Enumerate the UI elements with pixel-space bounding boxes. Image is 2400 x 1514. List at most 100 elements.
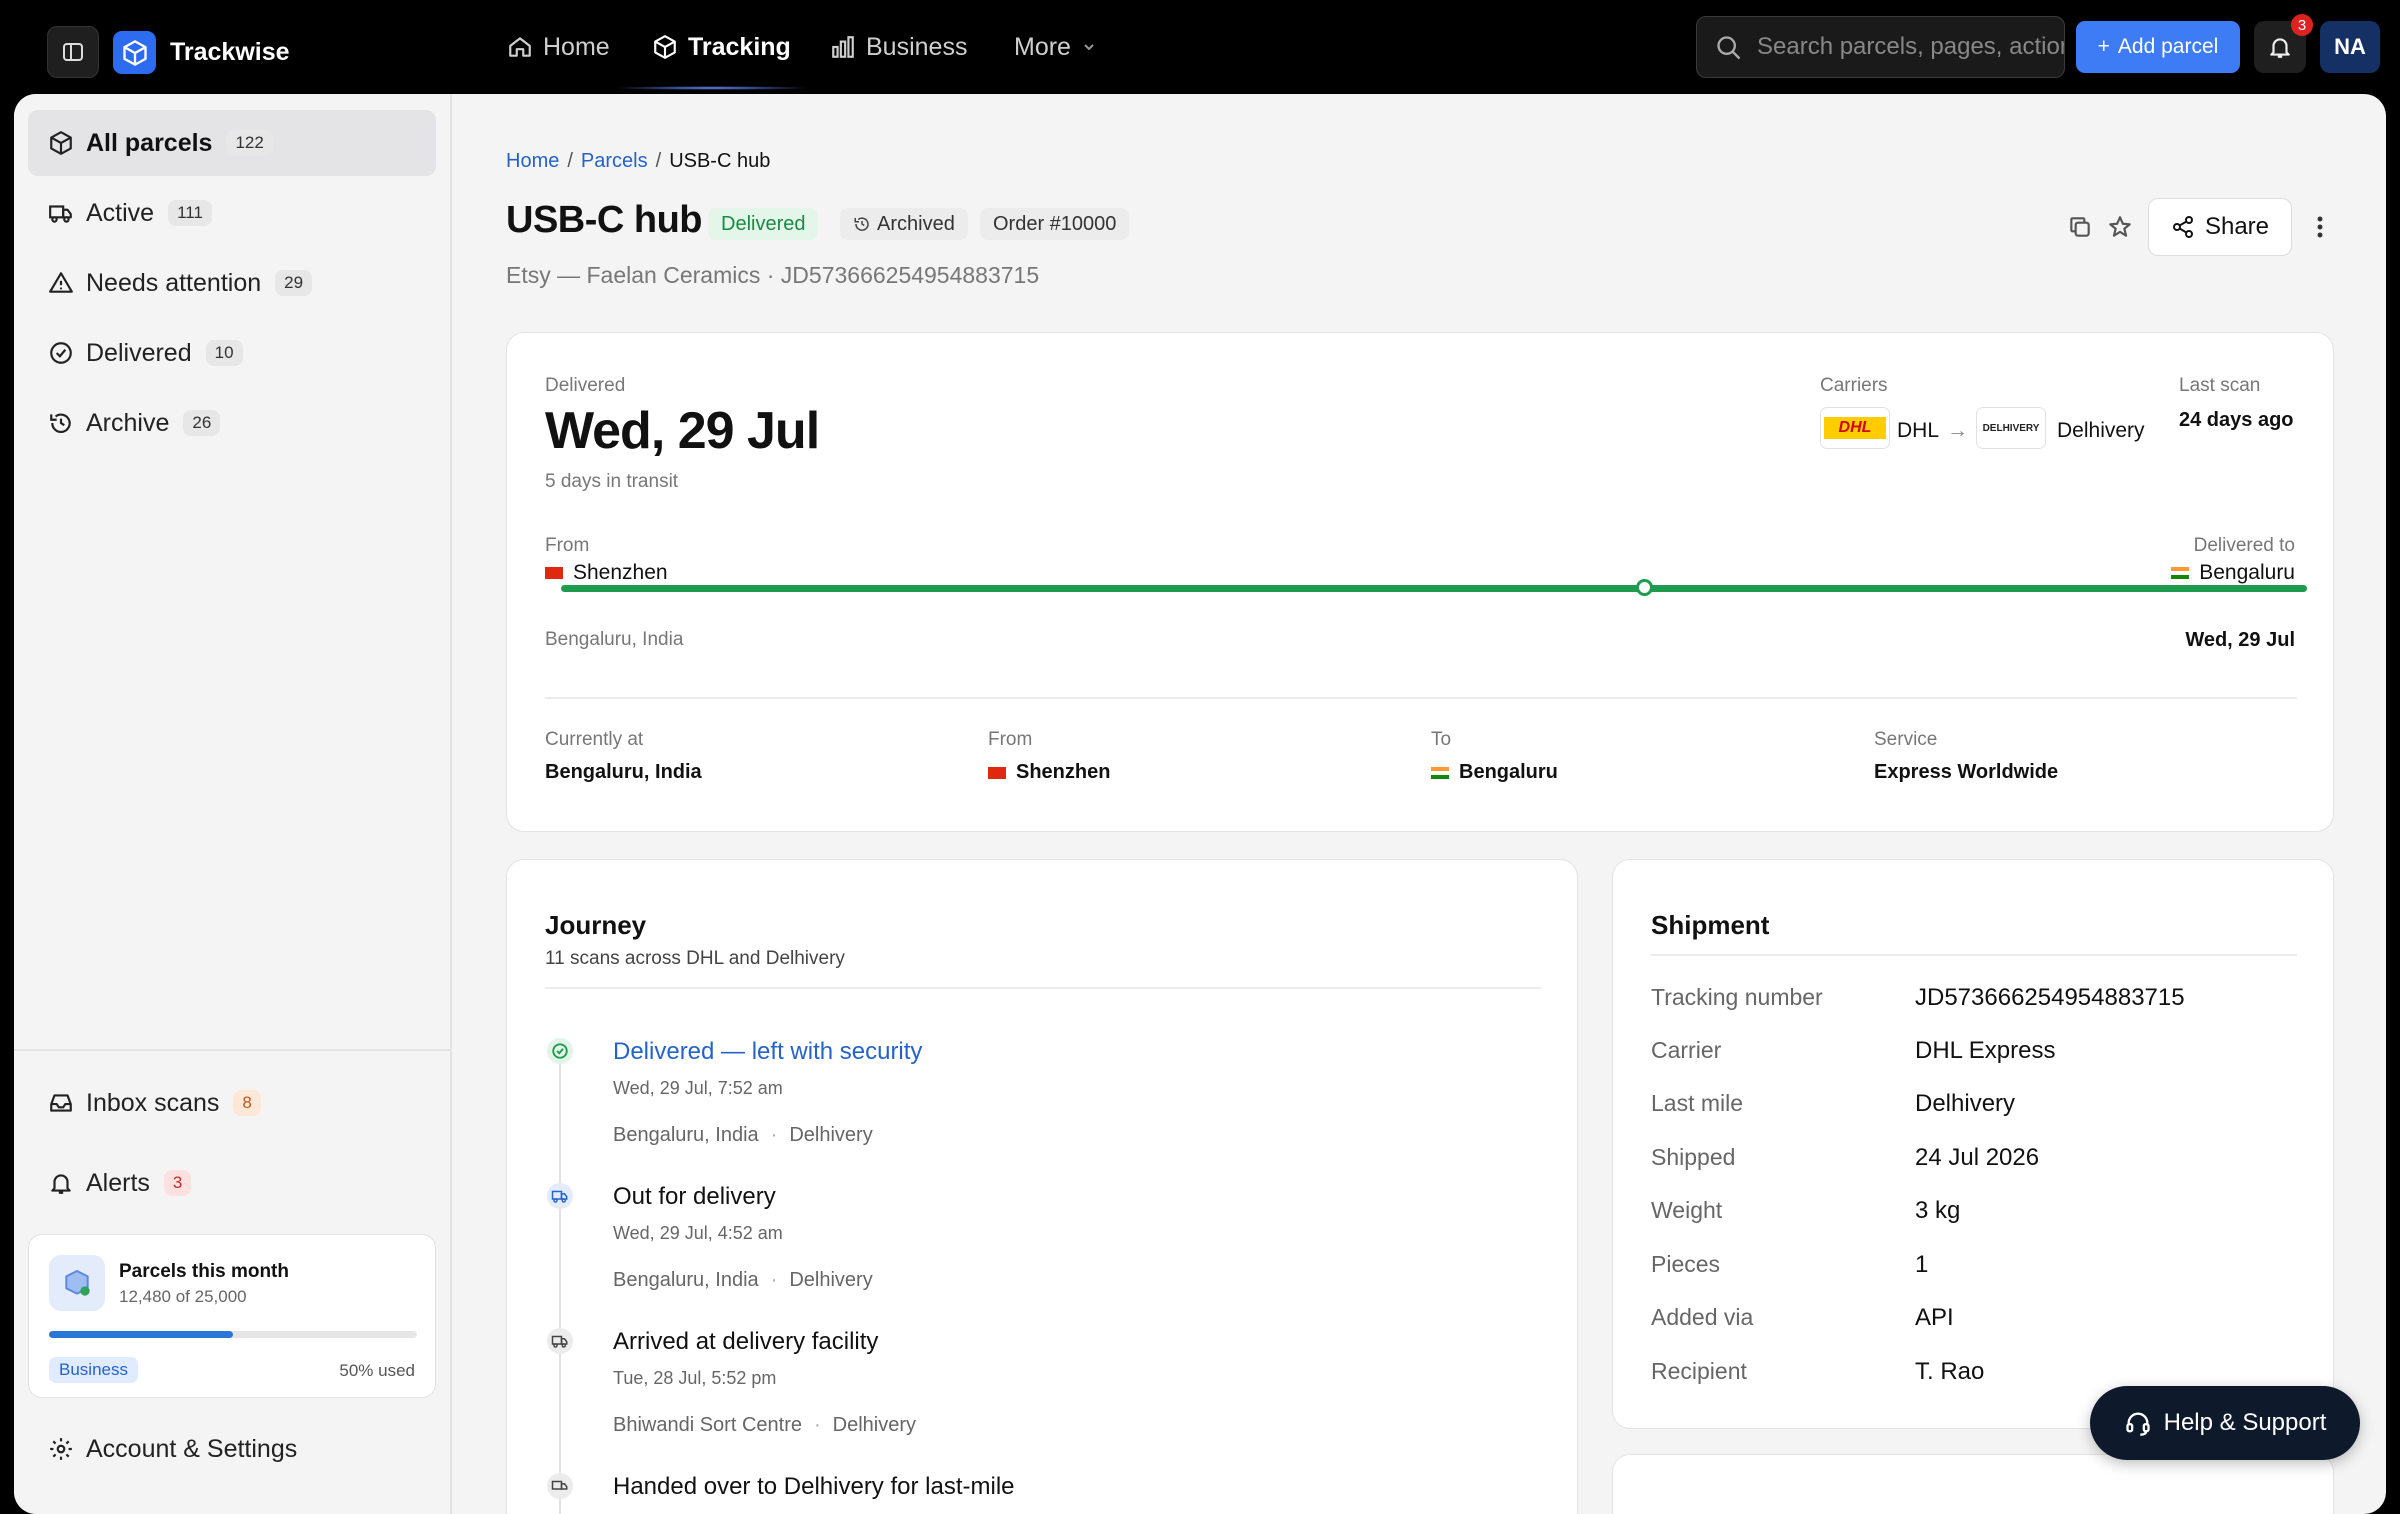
sidebar-item-label: Active [86,198,155,227]
tracking-number-value[interactable]: JD573666254954883715 [1915,984,2185,1012]
detail-label: From [988,729,1033,750]
nav-home[interactable]: Home [507,0,610,94]
sidebar-item-delivered[interactable]: Delivered 10 [28,320,436,386]
chevron-down-icon [1084,44,1094,51]
to-city-name: Bengaluru [2199,561,2295,584]
breadcrumb-separator: / [567,150,573,172]
nav-more-label: More [1014,32,1071,61]
star-icon [2109,216,2131,237]
sidebar-toggle-button[interactable] [47,26,99,78]
event-time: Tue, 28 Jul, 5:52 pm [613,1368,777,1388]
sidebar-item-alerts[interactable]: Alerts 3 [28,1150,436,1216]
event-location-text: Bhiwandi Sort Centre [613,1414,802,1436]
check-circle-icon [50,342,72,364]
sidebar-item-active[interactable]: Active 111 [28,180,436,246]
india-flag-icon [1431,766,1449,779]
shipment-row-label: Shipped [1651,1144,1736,1170]
event-title: Handed over to Delhivery for last-mile [613,1473,1015,1500]
event-location-text: Bengaluru, India [613,1124,759,1146]
detail-value: Bengaluru [1431,761,1558,784]
shipment-row-label: Tracking number [1651,984,1823,1010]
app-shell: All parcels 122 Active 111 Needs attenti… [14,94,2386,1514]
count-badge: 122 [226,130,273,156]
last-scan-label: Last scan [2179,375,2261,396]
detail-label: Service [1874,729,1938,750]
usage-card[interactable]: Parcels this month 12,480 of 25,000 Busi… [28,1234,436,1398]
event-location: Bengaluru, India · Delhivery [613,1269,873,1291]
check-circle-icon [547,1038,573,1064]
home-icon [509,37,531,57]
usage-title: Parcels this month [119,1261,289,1282]
shipment-row-label: Pieces [1651,1251,1721,1277]
breadcrumb-home[interactable]: Home [506,150,559,173]
share-button[interactable]: Share [2148,198,2292,256]
sidebar-item-inbox-scans[interactable]: Inbox scans 8 [28,1070,436,1136]
nav-home-label: Home [543,32,610,61]
sidebar: All parcels 122 Active 111 Needs attenti… [14,94,452,1514]
carrier-from: DHL → [1897,419,1968,443]
secondary-card [1612,1454,2334,1514]
active-tab-indicator [612,86,812,90]
sidebar-item-archive[interactable]: Archive 26 [28,390,436,456]
shipment-row-value: 24 Jul 2026 [1915,1144,2040,1171]
china-flag-icon [545,567,563,580]
from-city: Shenzhen [545,561,668,585]
nav-tracking-label: Tracking [688,32,791,61]
shipment-row-label: Weight [1651,1197,1723,1223]
history-icon [50,413,71,434]
usage-progress-fill [49,1331,233,1338]
nav-business[interactable]: Business [830,0,967,94]
add-parcel-label: Add parcel [2117,35,2219,58]
shipment-row-label: Added via [1651,1304,1754,1330]
shipment-row-value: 1 [1915,1251,1929,1278]
add-parcel-button[interactable]: + Add parcel [2076,21,2240,73]
event-title: Arrived at delivery facility [613,1328,879,1355]
star-button[interactable] [2102,209,2138,245]
count-badge: 10 [205,340,243,366]
event-carrier: Delhivery [832,1414,917,1436]
arrow-right-icon: → [1947,419,1969,442]
search-icon [1717,36,1741,60]
search-input[interactable]: Search parcels, pages, actions [1696,16,2065,78]
journey-subtitle: 11 scans across DHL and Delhivery [545,948,845,969]
notification-count-badge: 3 [2291,14,2313,36]
detail-label: Currently at [545,729,644,750]
copy-button[interactable] [2062,209,2098,245]
journey-card: Journey 11 scans across DHL and Delhiver… [506,859,1578,1514]
route-current-position [1635,579,1653,596]
transit-duration: 5 days in transit [545,471,679,492]
truck-icon [49,205,72,223]
sidebar-item-label: Needs attention [86,268,262,297]
detail-value: Bengaluru, India [545,761,702,783]
user-avatar[interactable]: NA [2320,21,2380,73]
inbox-icon [50,1094,72,1112]
page-subtitle: Etsy — Faelan Ceramics · JD5736662549548… [506,262,1040,288]
shipment-title: Shipment [1651,910,1770,940]
sidebar-item-label: Alerts [86,1168,150,1197]
carrier-to-name: Delhivery [2057,419,2145,442]
breadcrumb-parcels[interactable]: Parcels [581,150,648,173]
gear-icon [50,1438,72,1460]
divider [545,987,1541,989]
nav-more[interactable]: More [1014,0,1097,94]
help-support-button[interactable]: Help & Support [2090,1386,2360,1460]
event-time: Wed, 29 Jul, 7:52 am [613,1078,783,1098]
to-city: Bengaluru [2171,561,2295,585]
sidebar-item-account-settings[interactable]: Account & Settings [28,1416,436,1482]
copy-icon [2070,217,2090,237]
sidebar-item-label: Delivered [86,338,192,367]
more-actions-button[interactable] [2302,209,2338,245]
usage-progress-bar [49,1331,417,1338]
route-progress-line [561,585,2307,592]
delivery-summary-card: Delivered Wed, 29 Jul 5 days in transit … [506,332,2334,832]
status-badge: Delivered [708,208,819,240]
delivery-date: Wed, 29 Jul [545,402,820,460]
bell-icon [2270,38,2290,58]
order-badge: Order #10000 [980,208,1130,240]
app-logo[interactable] [113,31,156,74]
nav-tracking[interactable]: Tracking [652,0,791,94]
sidebar-item-needs-attention[interactable]: Needs attention 29 [28,250,436,316]
more-vertical-icon [2317,216,2323,238]
sidebar-item-all-parcels[interactable]: All parcels 122 [28,110,436,176]
delhivery-logo-text: DELHIVERY [1982,422,2040,434]
